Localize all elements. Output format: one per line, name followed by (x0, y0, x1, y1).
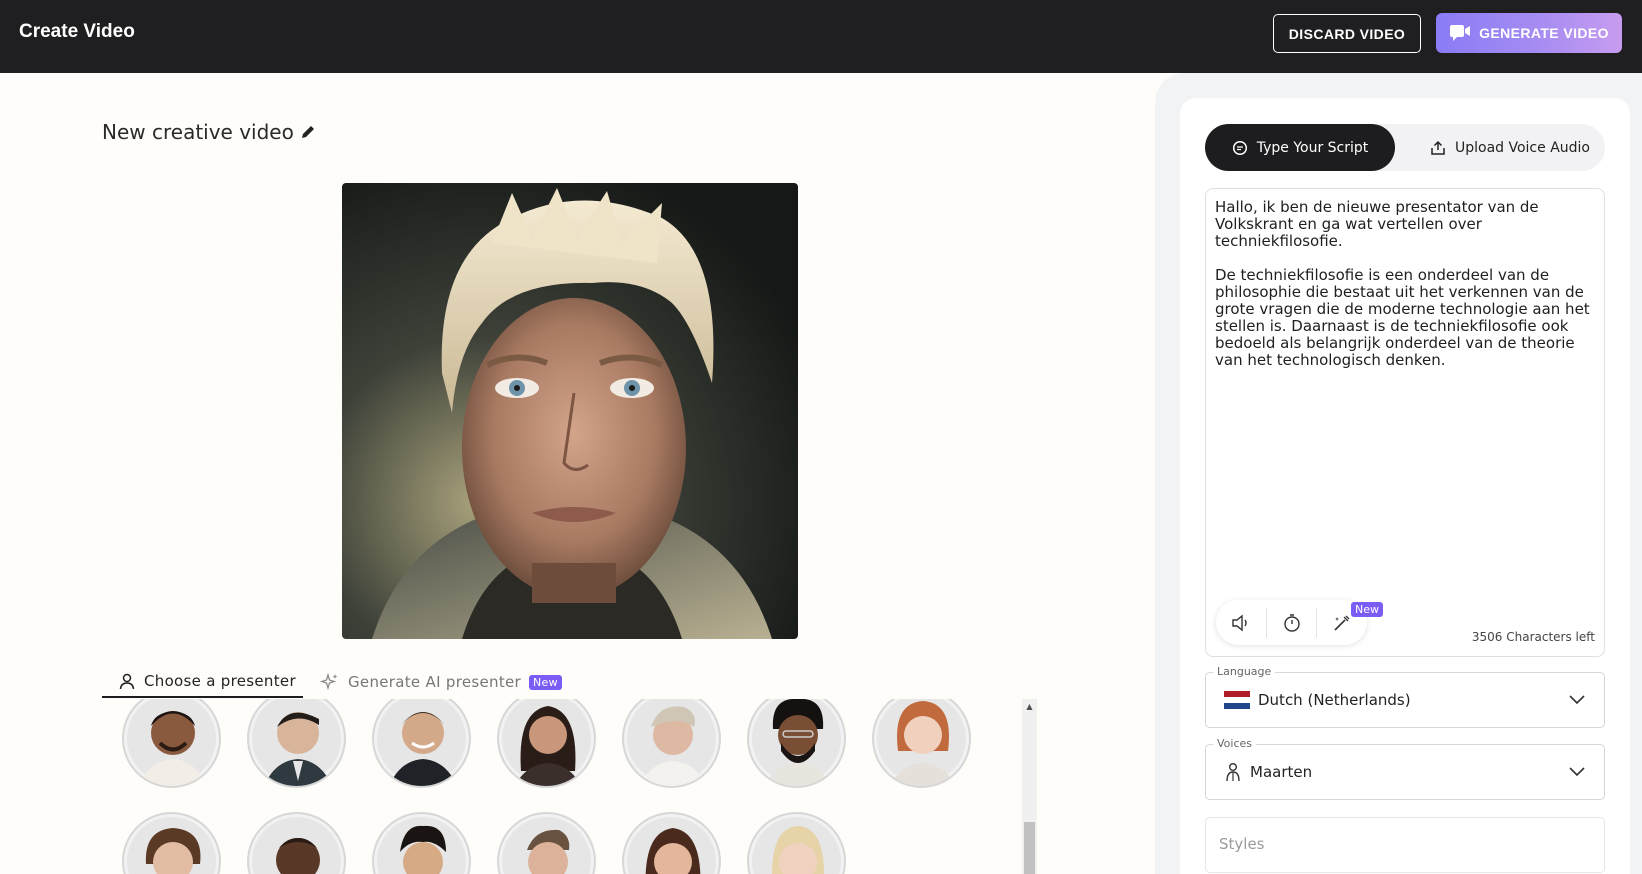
nl-flag-icon (1224, 691, 1250, 709)
presenter-avatar[interactable] (497, 699, 596, 788)
tab-type-your-script[interactable]: Type Your Script (1205, 124, 1395, 171)
generate-video-button[interactable]: GENERATE VIDEO (1436, 13, 1622, 53)
presenter-avatar[interactable] (247, 812, 346, 874)
presenter-avatar[interactable] (497, 812, 596, 874)
script-textarea[interactable]: Hallo, ik ben de nieuwe presentator van … (1215, 199, 1599, 589)
video-title[interactable]: New creative video (102, 120, 316, 144)
tab-generate-ai-presenter[interactable]: Generate AI presenter New (320, 666, 562, 698)
tab-upload-voice-audio[interactable]: Upload Voice Audio (1415, 124, 1605, 171)
timer-icon (1283, 613, 1300, 632)
voices-label: Voices (1213, 737, 1257, 750)
presenter-avatar[interactable] (622, 699, 721, 788)
person-voice-icon (1226, 763, 1240, 782)
chevron-down-icon (1569, 695, 1585, 705)
presenter-avatar[interactable] (372, 699, 471, 788)
styles-input[interactable] (1219, 835, 1579, 853)
pencil-icon[interactable] (300, 124, 316, 140)
video-title-text: New creative video (102, 120, 294, 144)
tab-generate-ai-presenter-label: Generate AI presenter (348, 673, 521, 691)
presenter-avatar[interactable] (372, 812, 471, 874)
new-badge: New (529, 674, 562, 690)
presenter-avatar[interactable] (122, 812, 221, 874)
new-badge: New (1351, 602, 1383, 617)
discard-video-button[interactable]: DISCARD VIDEO (1273, 14, 1421, 53)
voice-value: Maarten (1250, 763, 1313, 781)
tab-choose-presenter-label: Choose a presenter (144, 672, 296, 690)
language-label: Language (1213, 665, 1276, 678)
styles-field (1205, 817, 1605, 873)
upload-icon (1431, 140, 1445, 155)
presenter-avatar[interactable] (747, 812, 846, 874)
generate-video-label: GENERATE VIDEO (1479, 25, 1609, 41)
chat-bubble-icon (1232, 140, 1247, 155)
language-select[interactable]: Dutch (Netherlands) (1205, 672, 1605, 728)
magic-wand-icon (1333, 615, 1349, 631)
top-bar: Create Video DISCARD VIDEO GENERATE VIDE… (0, 0, 1642, 73)
timer-tool-button[interactable] (1266, 607, 1316, 638)
language-value: Dutch (Netherlands) (1258, 691, 1411, 709)
script-toolbar (1216, 600, 1367, 645)
presenter-avatar[interactable] (747, 699, 846, 788)
tab-upload-voice-audio-label: Upload Voice Audio (1454, 139, 1590, 156)
presenter-gallery (102, 699, 1037, 874)
presenter-preview-image (342, 183, 798, 639)
gallery-scrollbar-thumb[interactable] (1024, 822, 1035, 874)
voice-select[interactable]: Maarten (1205, 744, 1605, 800)
video-chat-icon (1450, 25, 1471, 41)
presenter-avatar[interactable] (622, 812, 721, 874)
presenter-avatar[interactable] (872, 699, 971, 788)
tab-type-your-script-label: Type Your Script (1256, 139, 1369, 156)
speaker-icon (1232, 614, 1247, 631)
chevron-down-icon (1569, 767, 1585, 777)
sparkles-icon (320, 673, 338, 691)
presenter-avatar[interactable] (122, 699, 221, 788)
characters-left-counter: 3506 Characters left (1471, 630, 1595, 644)
page-title: Create Video (19, 21, 135, 42)
tab-choose-presenter[interactable]: Choose a presenter (102, 666, 303, 698)
presenter-avatar[interactable] (247, 699, 346, 788)
pause-tool-button[interactable] (1216, 600, 1266, 645)
scroll-up-arrow-icon[interactable]: ▲ (1022, 700, 1037, 714)
person-icon (119, 673, 135, 690)
